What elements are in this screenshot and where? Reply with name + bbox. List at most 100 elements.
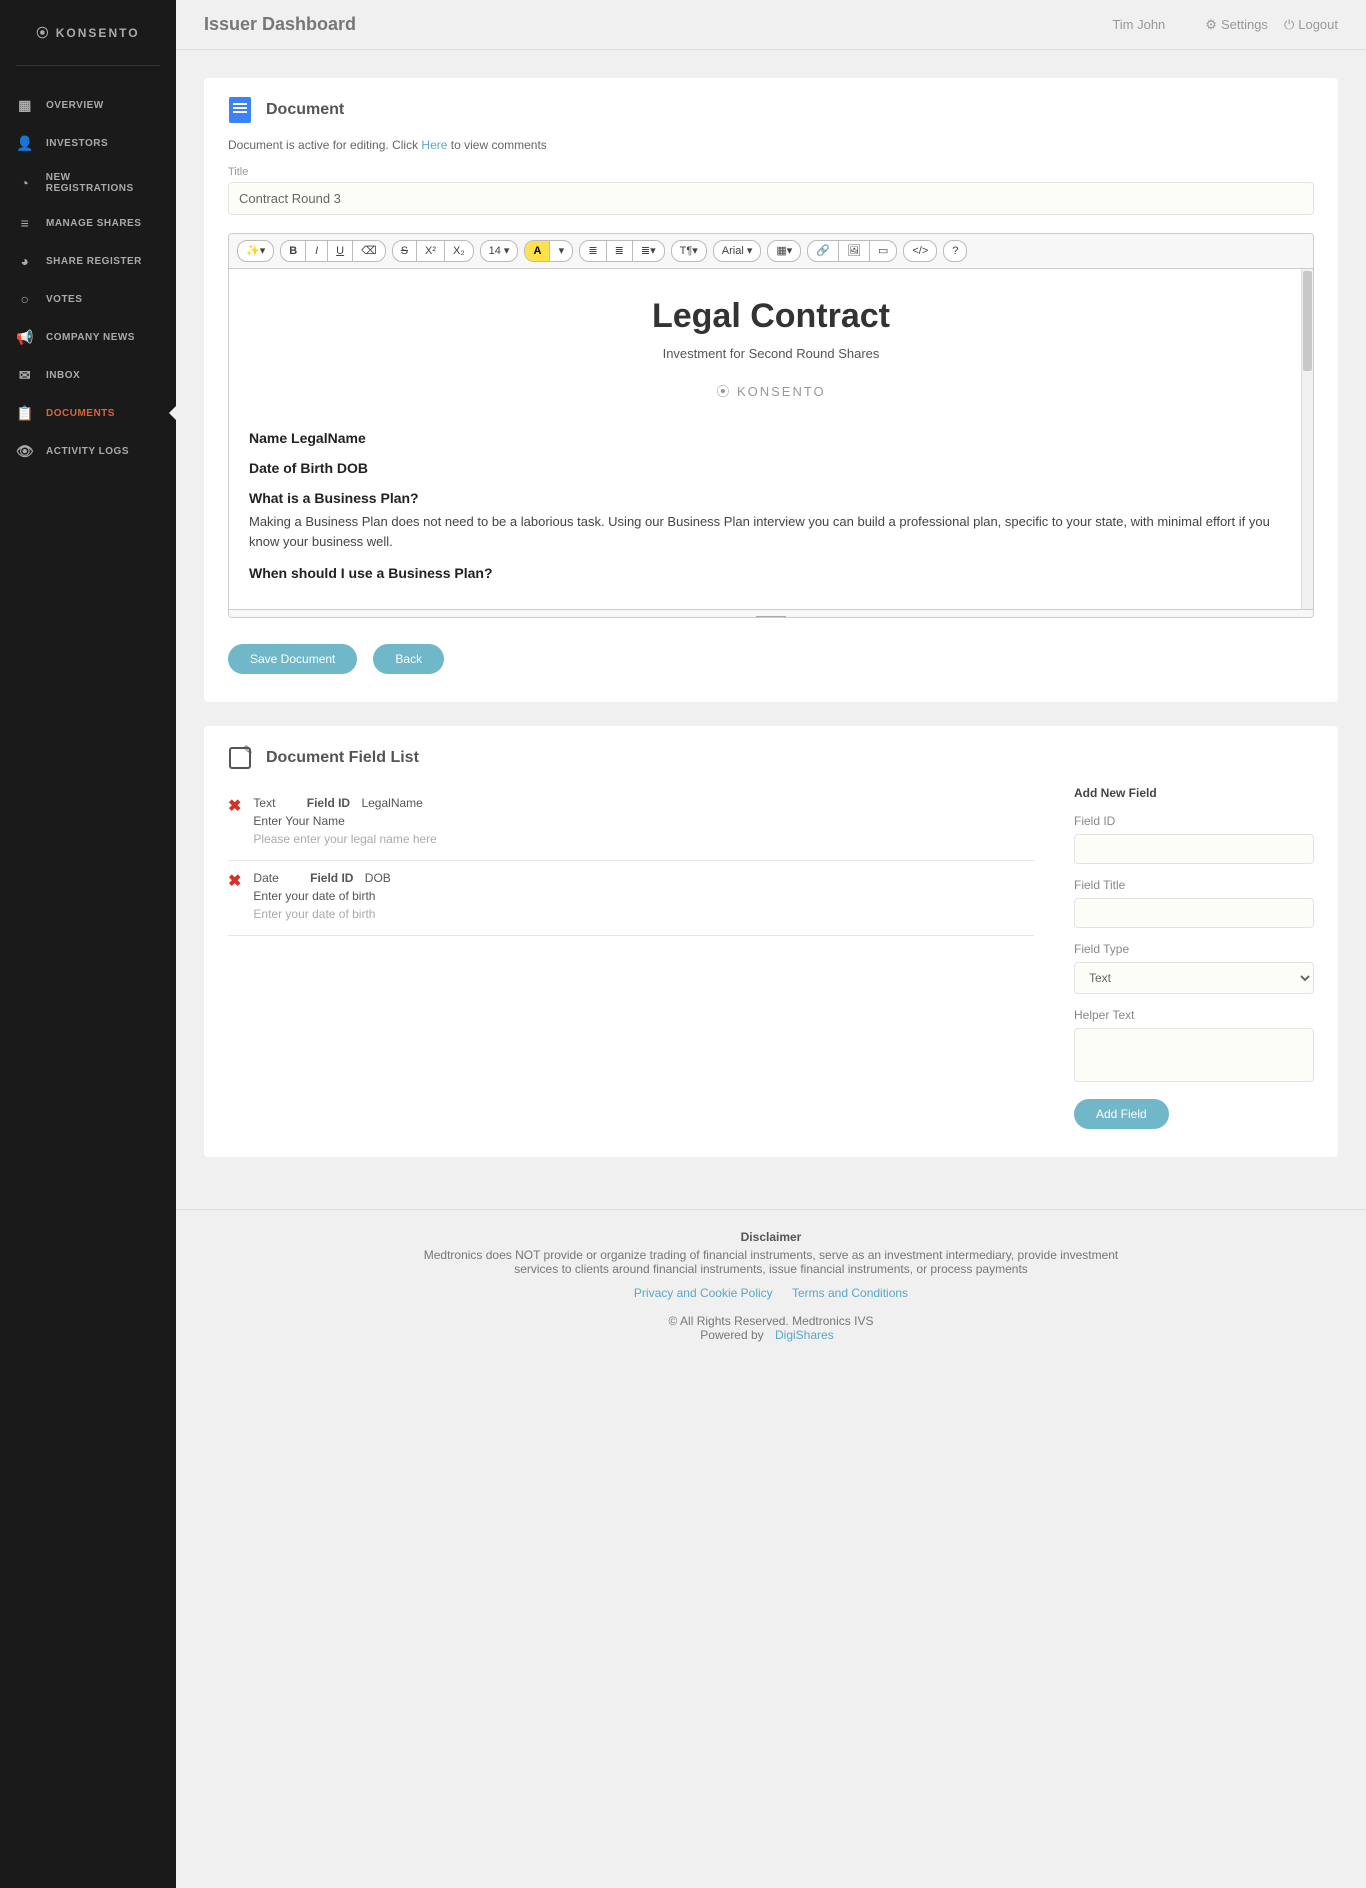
field-title-input-label: Field Title (1074, 878, 1314, 892)
view-comments-link[interactable]: Here (421, 138, 447, 152)
highlight-caret[interactable]: ▾ (550, 241, 572, 261)
question-1: What is a Business Plan? (249, 490, 1293, 506)
ordered-list-button[interactable]: ≣ (607, 241, 633, 261)
field-type-select[interactable]: Text (1074, 962, 1314, 994)
scrollbar[interactable] (1301, 269, 1313, 609)
editing-hint: Document is active for editing. Click He… (228, 138, 1314, 152)
highlight-button[interactable]: A (525, 241, 550, 261)
field-type-value: Text (253, 796, 275, 810)
subscript-button[interactable]: X₂ (445, 241, 473, 261)
field-type-value: Date (253, 871, 278, 885)
field-meta: Text Field ID LegalName (253, 796, 436, 810)
underline-button[interactable]: U (328, 241, 353, 261)
resize-handle[interactable] (229, 609, 1313, 617)
privacy-link[interactable]: Privacy and Cookie Policy (634, 1286, 773, 1300)
nav-list: ▦OVERVIEW 👤INVESTORS ◔NEW REGISTRATIONS … (0, 86, 176, 470)
delete-field-button[interactable]: ✖ (228, 871, 241, 921)
scroll-thumb[interactable] (1303, 271, 1312, 371)
nav-label: OVERVIEW (46, 100, 104, 111)
settings-link[interactable]: ⚙ Settings (1205, 17, 1268, 33)
settings-label: Settings (1221, 17, 1268, 32)
add-field-heading: Add New Field (1074, 786, 1314, 800)
terms-link[interactable]: Terms and Conditions (792, 1286, 908, 1300)
megaphone-icon: 📢 (16, 328, 34, 346)
field-type-select-label: Field Type (1074, 942, 1314, 956)
strike-button[interactable]: S (393, 241, 417, 261)
nav-label: MANAGE SHARES (46, 218, 141, 229)
superscript-button[interactable]: X² (417, 241, 445, 261)
field-id-value: DOB (365, 871, 391, 885)
hint-prefix: Document is active for editing. Click (228, 138, 421, 152)
link-button[interactable]: 🔗 (808, 241, 839, 261)
font-family-select[interactable]: Arial ▾ (714, 241, 761, 261)
field-list-card: Document Field List ✖ Text Field ID Lega… (204, 726, 1338, 1157)
field-items: ✖ Text Field ID LegalName Enter Your Nam… (228, 786, 1034, 1129)
doc-heading: Legal Contract (249, 297, 1293, 336)
sidebar-item-activity-logs[interactable]: 👁ACTIVITY LOGS (0, 432, 176, 470)
field-title-input[interactable] (1074, 898, 1314, 928)
eye-icon: 👁 (16, 442, 34, 460)
help-button[interactable]: ? (944, 241, 966, 261)
sidebar-item-new-registrations[interactable]: ◔NEW REGISTRATIONS (0, 162, 176, 204)
nav-label: NEW REGISTRATIONS (46, 172, 160, 194)
indent-button[interactable]: ≣▾ (633, 241, 664, 261)
name-line: Name LegalName (249, 430, 1293, 446)
back-button[interactable]: Back (373, 644, 444, 674)
delete-field-button[interactable]: ✖ (228, 796, 241, 846)
save-document-button[interactable]: Save Document (228, 644, 357, 674)
dob-line: Date of Birth DOB (249, 460, 1293, 476)
brand-text: KONSENTO (36, 26, 139, 40)
logout-link[interactable]: ⏻Logout (1284, 17, 1338, 33)
sidebar-item-manage-shares[interactable]: ≡MANAGE SHARES (0, 204, 176, 242)
nav-label: COMPANY NEWS (46, 332, 135, 343)
nav-label: INBOX (46, 370, 80, 381)
powered-prefix: Powered by (700, 1328, 767, 1342)
field-item: ✖ Text Field ID LegalName Enter Your Nam… (228, 786, 1034, 861)
add-field-panel: Add New Field Field ID Field Title Field… (1074, 786, 1314, 1129)
image-button[interactable]: 🖼 (839, 241, 870, 261)
page-title: Issuer Dashboard (204, 14, 1112, 35)
magic-button[interactable]: ✨▾ (238, 241, 273, 261)
gear-icon: ⚙ (1205, 17, 1217, 33)
field-id-value: LegalName (361, 796, 422, 810)
helper-text-label: Helper Text (1074, 1008, 1314, 1022)
doc-subtitle: Investment for Second Round Shares (249, 346, 1293, 361)
sidebar-item-company-news[interactable]: 📢 COMPANY NEWS (0, 318, 176, 356)
document-card-title: Document (266, 101, 344, 119)
field-list-header: Document Field List (228, 746, 1314, 770)
name-field: LegalName (291, 430, 366, 446)
document-card: Document Document is active for editing.… (204, 78, 1338, 702)
code-view-button[interactable]: </> (904, 241, 936, 261)
content: Document Document is active for editing.… (176, 50, 1366, 1209)
video-button[interactable]: ▭ (870, 241, 896, 261)
envelope-icon: ✉ (16, 366, 34, 384)
nav-label: DOCUMENTS (46, 408, 115, 419)
sidebar-item-votes[interactable]: ○VOTES (0, 280, 176, 318)
circle-icon: ○ (16, 290, 34, 308)
font-size-select[interactable]: 14 ▾ (481, 241, 518, 261)
title-input[interactable] (228, 182, 1314, 215)
helper-text-input[interactable] (1074, 1028, 1314, 1082)
sidebar-item-share-register[interactable]: ◕SHARE REGISTER (0, 242, 176, 280)
document-actions: Save Document Back (228, 644, 1314, 674)
field-list-title: Document Field List (266, 749, 419, 767)
sidebar-item-inbox[interactable]: ✉ INBOX (0, 356, 176, 394)
field-details: Date Field ID DOB Enter your date of bir… (253, 871, 390, 921)
person-icon: 👤 (16, 134, 34, 152)
field-id-input[interactable] (1074, 834, 1314, 864)
sidebar-item-investors[interactable]: 👤 INVESTORS (0, 124, 176, 162)
table-button[interactable]: ▦▾ (768, 241, 800, 261)
hint-suffix: to view comments (447, 138, 546, 152)
clear-format-button[interactable]: ⌫ (353, 241, 385, 261)
unordered-list-button[interactable]: ≣ (580, 241, 606, 261)
paragraph-button[interactable]: T¶▾ (672, 241, 706, 261)
add-field-button[interactable]: Add Field (1074, 1099, 1169, 1129)
italic-button[interactable]: I (306, 241, 328, 261)
sidebar-item-overview[interactable]: ▦OVERVIEW (0, 86, 176, 124)
powered-link[interactable]: DigiShares (775, 1328, 834, 1342)
sidebar-item-documents[interactable]: 📋DOCUMENTS (0, 394, 176, 432)
bold-button[interactable]: B (281, 241, 306, 261)
nav-label: INVESTORS (46, 138, 108, 149)
editor-body[interactable]: Legal Contract Investment for Second Rou… (229, 269, 1313, 609)
field-helper: Enter your date of birth (253, 907, 390, 921)
